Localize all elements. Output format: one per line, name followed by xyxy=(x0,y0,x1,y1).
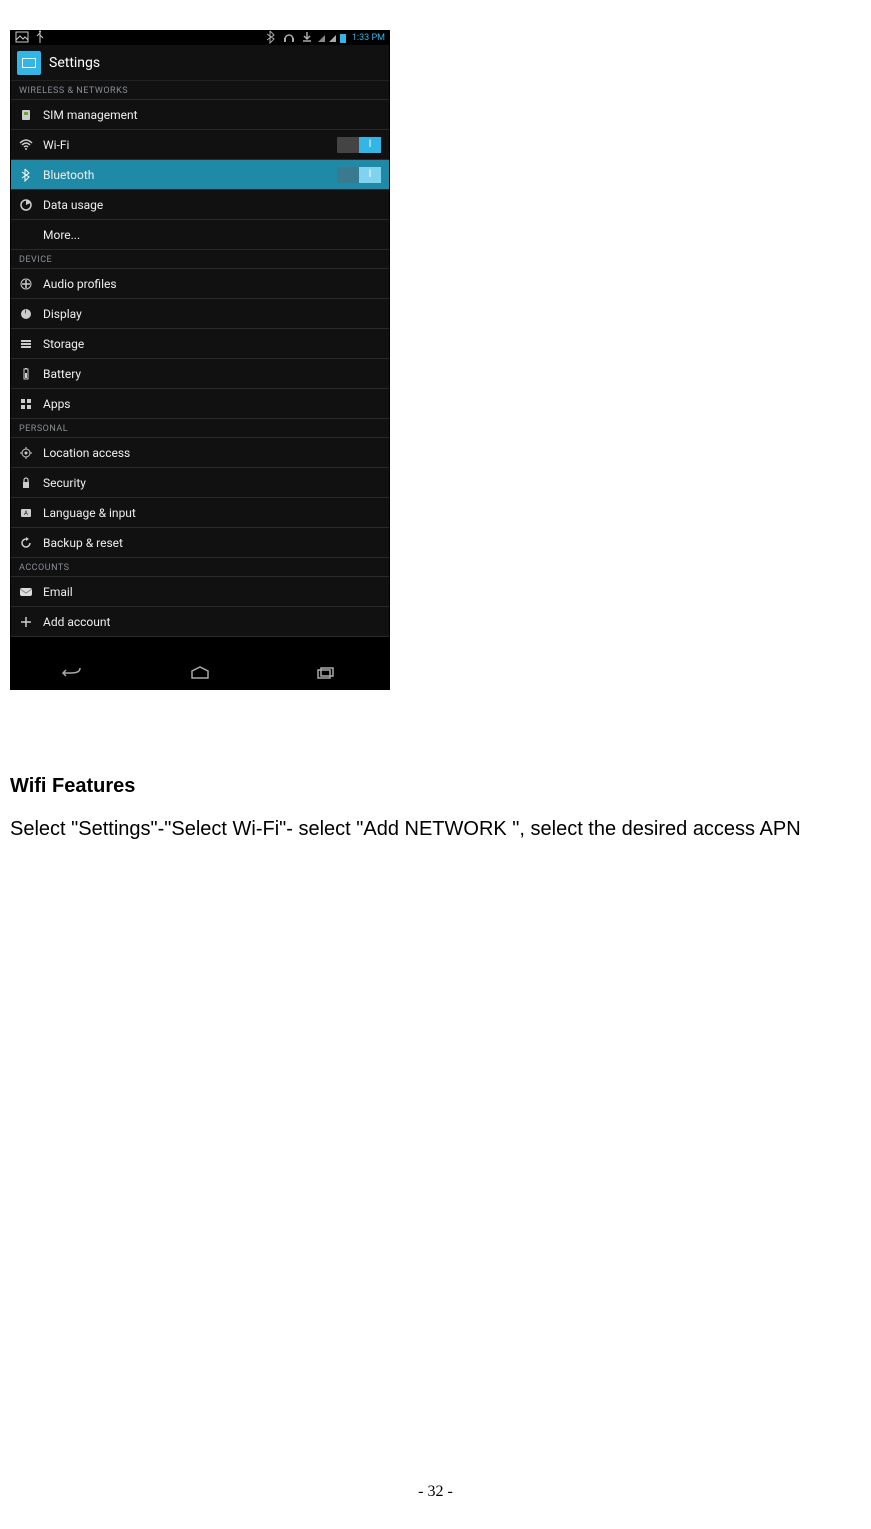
signal-icon-2 xyxy=(329,35,336,42)
row-label: Add account xyxy=(43,615,381,629)
row-audio-profiles[interactable]: Audio profiles xyxy=(11,269,389,299)
language-icon: A xyxy=(19,506,43,520)
storage-icon xyxy=(19,337,43,351)
section-device: DEVICE xyxy=(11,250,389,269)
clock-text: 1:33 PM xyxy=(352,33,385,43)
email-icon xyxy=(19,585,43,599)
app-title-bar: Settings xyxy=(11,45,389,81)
row-label: Language & input xyxy=(43,506,381,520)
lock-icon xyxy=(19,476,43,490)
android-navbar xyxy=(11,655,389,689)
bluetooth-icon xyxy=(19,168,43,182)
location-icon xyxy=(19,446,43,460)
gallery-icon xyxy=(15,30,29,46)
row-label: Data usage xyxy=(43,198,381,212)
row-label: SIM management xyxy=(43,108,381,122)
row-location-access[interactable]: Location access xyxy=(11,438,389,468)
row-backup-reset[interactable]: Backup & reset xyxy=(11,528,389,558)
row-more[interactable]: More... xyxy=(11,220,389,250)
row-label: Audio profiles xyxy=(43,277,381,291)
section-paragraph: Select "Settings"-"Select Wi-Fi"- select… xyxy=(10,816,861,843)
row-storage[interactable]: Storage xyxy=(11,329,389,359)
nav-back-button[interactable] xyxy=(54,663,94,683)
bluetooth-toggle[interactable] xyxy=(337,167,381,183)
apps-icon xyxy=(19,397,43,411)
download-icon xyxy=(300,30,314,46)
row-label: Email xyxy=(43,585,381,599)
row-wifi[interactable]: Wi-Fi xyxy=(11,130,389,160)
status-bar: 1:33 PM xyxy=(11,31,389,45)
usb-icon xyxy=(33,30,47,46)
section-heading: Wifi Features xyxy=(10,775,861,798)
settings-app-icon xyxy=(17,51,41,75)
row-label: Apps xyxy=(43,397,381,411)
row-security[interactable]: Security xyxy=(11,468,389,498)
plus-icon xyxy=(19,615,43,629)
row-label: Location access xyxy=(43,446,381,460)
row-sim-management[interactable]: SIM management xyxy=(11,100,389,130)
wifi-icon xyxy=(19,138,43,152)
row-label: Display xyxy=(43,307,381,321)
svg-text:A: A xyxy=(24,510,28,517)
row-label: Wi-Fi xyxy=(43,138,337,152)
backup-icon xyxy=(19,536,43,550)
row-bluetooth[interactable]: Bluetooth xyxy=(11,160,389,190)
row-battery[interactable]: Battery xyxy=(11,359,389,389)
android-settings-screenshot: 1:33 PM Settings WIRELESS & NETWORKS SIM… xyxy=(10,30,390,690)
wifi-toggle[interactable] xyxy=(337,137,381,153)
audio-icon xyxy=(19,277,43,291)
section-accounts: ACCOUNTS xyxy=(11,558,389,577)
page-number: - 32 - xyxy=(0,1483,871,1501)
row-label: More... xyxy=(43,228,381,242)
row-label: Bluetooth xyxy=(43,168,337,182)
display-icon xyxy=(19,307,43,321)
nav-home-button[interactable] xyxy=(180,663,220,683)
row-add-account[interactable]: Add account xyxy=(11,607,389,637)
row-display[interactable]: Display xyxy=(11,299,389,329)
row-language-input[interactable]: A Language & input xyxy=(11,498,389,528)
row-label: Security xyxy=(43,476,381,490)
row-apps[interactable]: Apps xyxy=(11,389,389,419)
signal-icon-1 xyxy=(318,35,325,42)
row-label: Storage xyxy=(43,337,381,351)
sim-icon xyxy=(19,108,43,122)
section-wireless-networks: WIRELESS & NETWORKS xyxy=(11,81,389,100)
data-usage-icon xyxy=(19,198,43,212)
row-data-usage[interactable]: Data usage xyxy=(11,190,389,220)
battery-row-icon xyxy=(19,367,43,381)
row-label: Battery xyxy=(43,367,381,381)
app-title-text: Settings xyxy=(49,55,100,71)
settings-list: WIRELESS & NETWORKS SIM management Wi-Fi… xyxy=(11,81,389,637)
row-email[interactable]: Email xyxy=(11,577,389,607)
nav-recent-button[interactable] xyxy=(306,663,346,683)
row-label: Backup & reset xyxy=(43,536,381,550)
battery-icon xyxy=(340,34,346,43)
headphones-icon xyxy=(282,30,296,46)
bluetooth-status-icon xyxy=(264,30,278,46)
section-personal: PERSONAL xyxy=(11,419,389,438)
